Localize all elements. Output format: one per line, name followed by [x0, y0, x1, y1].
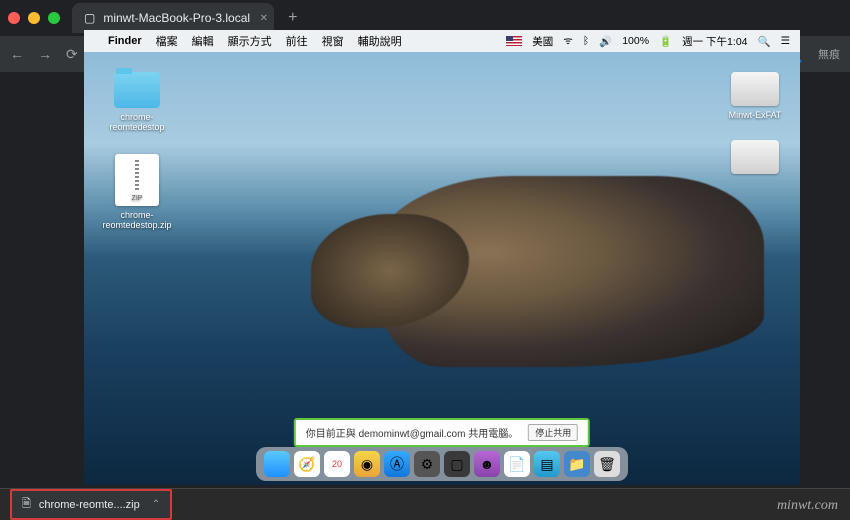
dock-terminal-icon[interactable]: ▢: [444, 451, 470, 477]
menu-help[interactable]: 輔助說明: [358, 33, 402, 49]
download-filename: chrome-reomte....zip: [39, 499, 140, 511]
menu-window[interactable]: 視窗: [322, 33, 344, 49]
folder-icon: [114, 72, 160, 108]
window-controls[interactable]: [8, 12, 60, 24]
download-item[interactable]: 🗎 chrome-reomte....zip ⌃: [10, 489, 172, 520]
browser-tab[interactable]: ▢ minwt-MacBook-Pro-3.local ✕: [72, 3, 274, 33]
menu-edit[interactable]: 編輯: [192, 33, 214, 49]
profile-label: 無痕: [818, 46, 840, 62]
dock-folder-icon[interactable]: 📁: [564, 451, 590, 477]
dock-calendar-icon[interactable]: 20: [324, 451, 350, 477]
bluetooth-icon[interactable]: ᛒ: [583, 35, 589, 47]
menubar-app[interactable]: Finder: [108, 35, 142, 47]
dock-app-icon[interactable]: ☻: [474, 451, 500, 477]
menu-go[interactable]: 前往: [286, 33, 308, 49]
zip-icon: [115, 154, 159, 206]
dock[interactable]: 🧭 20 ◉ Ⓐ ⚙ ▢ ☻ 📄 ▤ 📁 🗑: [256, 447, 628, 481]
file-icon: 🗎: [22, 495, 31, 514]
download-shelf: 🗎 chrome-reomte....zip ⌃: [0, 488, 850, 520]
reload-icon[interactable]: ⟳: [66, 46, 78, 63]
close-icon[interactable]: ✕: [260, 13, 268, 24]
new-tab-button[interactable]: +: [288, 9, 297, 27]
desktop-drive-2[interactable]: [720, 140, 790, 178]
forward-icon[interactable]: →: [38, 46, 52, 62]
menu-icon[interactable]: ☰: [781, 35, 790, 47]
mac-menubar[interactable]: Finder 檔案 編輯 顯示方式 前往 視窗 輔助說明 美國 ᯤ ᛒ 🔊 10…: [84, 30, 800, 52]
flag-icon[interactable]: [506, 36, 522, 46]
sharing-text: 你目前正與 demominwt@gmail.com 共用電腦。: [306, 425, 518, 440]
menu-file[interactable]: 檔案: [156, 33, 178, 49]
dock-finder-icon[interactable]: [264, 451, 290, 477]
desktop-zip[interactable]: chrome-reomtedestop.zip: [102, 154, 172, 230]
menu-view[interactable]: 顯示方式: [228, 33, 272, 49]
dock-safari-icon[interactable]: 🧭: [294, 451, 320, 477]
drive-icon: [731, 72, 779, 106]
desktop-drive-1[interactable]: Minwt-ExFAT: [720, 72, 790, 120]
dock-trash-icon[interactable]: 🗑: [594, 451, 620, 477]
clock[interactable]: 週一 下午1:04: [682, 34, 747, 49]
folder-label: chrome-reomtedestop: [102, 112, 172, 132]
dock-app2-icon[interactable]: ▤: [534, 451, 560, 477]
wifi-icon[interactable]: ᯤ: [563, 34, 573, 48]
tab-favicon: ▢: [84, 11, 95, 25]
battery-text[interactable]: 100%: [622, 35, 649, 47]
dock-appstore-icon[interactable]: Ⓐ: [384, 451, 410, 477]
dock-chrome-icon[interactable]: ◉: [354, 451, 380, 477]
watermark: minwt.com: [777, 498, 838, 514]
zip-label: chrome-reomtedestop.zip: [102, 210, 172, 230]
search-icon[interactable]: 🔍: [758, 35, 771, 48]
tab-title: minwt-MacBook-Pro-3.local: [103, 11, 250, 25]
back-icon[interactable]: ←: [10, 46, 24, 62]
dock-textedit-icon[interactable]: 📄: [504, 451, 530, 477]
drive-icon: [731, 140, 779, 174]
stop-sharing-button[interactable]: 停止共用: [528, 424, 578, 441]
volume-icon[interactable]: 🔊: [599, 35, 612, 48]
desktop-folder[interactable]: chrome-reomtedestop: [102, 72, 172, 132]
drive-label: Minwt-ExFAT: [720, 110, 790, 120]
remote-desktop-viewport[interactable]: Finder 檔案 編輯 顯示方式 前往 視窗 輔助說明 美國 ᯤ ᛒ 🔊 10…: [84, 30, 800, 485]
battery-icon: 🔋: [659, 35, 672, 48]
chevron-up-icon[interactable]: ⌃: [152, 499, 160, 510]
sharing-notice: 你目前正與 demominwt@gmail.com 共用電腦。 停止共用: [294, 418, 590, 447]
dock-settings-icon[interactable]: ⚙: [414, 451, 440, 477]
wallpaper-island: [370, 176, 764, 367]
input-source[interactable]: 美國: [532, 34, 553, 49]
